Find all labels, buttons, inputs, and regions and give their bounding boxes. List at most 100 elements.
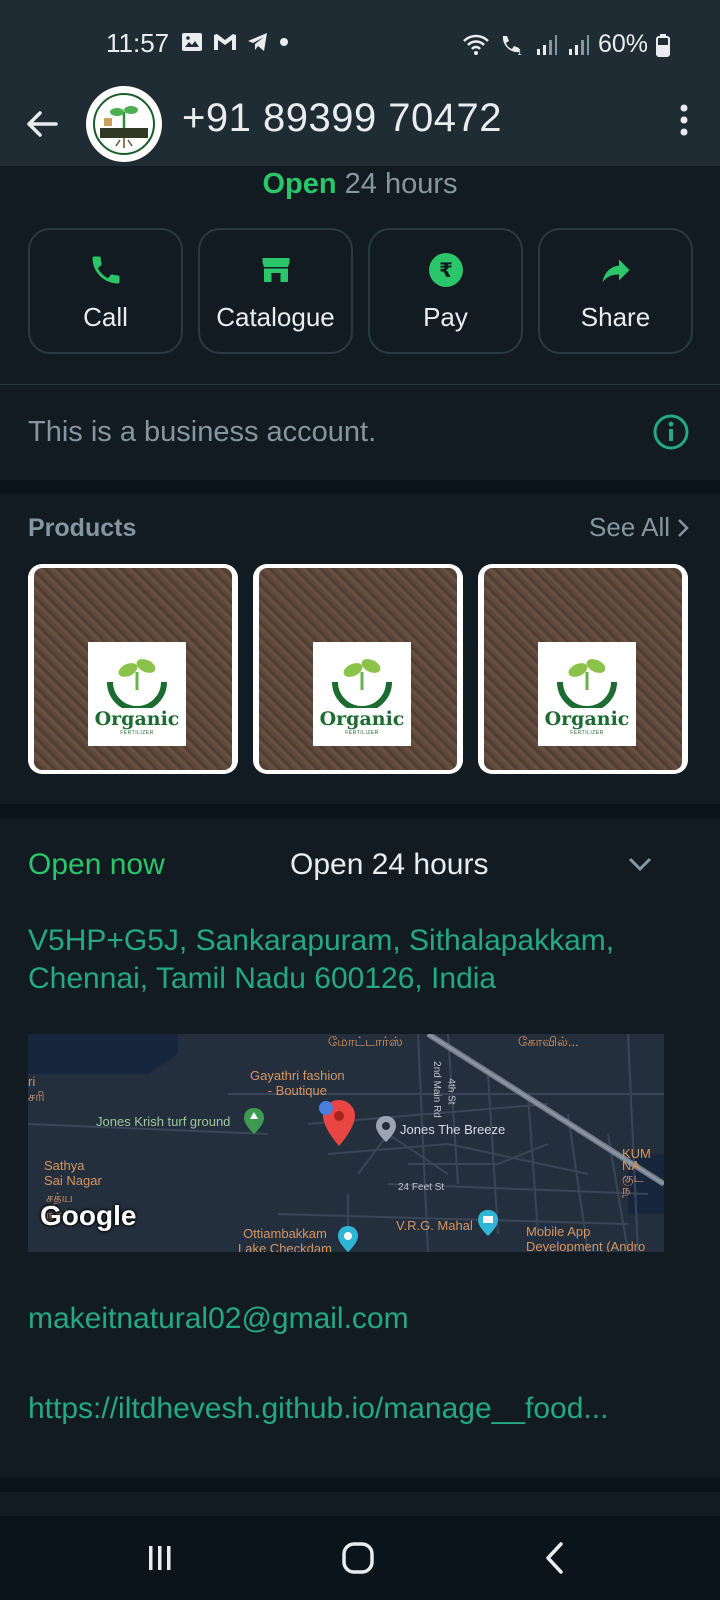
gmail-icon xyxy=(214,34,236,50)
map-label-jones-krish: Jones Krish turf ground xyxy=(96,1114,231,1129)
business-account-row[interactable]: This is a business account. xyxy=(0,388,720,480)
hours-value: 24 hours xyxy=(344,168,458,200)
recent-apps-icon[interactable] xyxy=(140,1538,180,1578)
system-nav-bar xyxy=(0,1516,720,1600)
product-brand: Organic xyxy=(544,708,630,730)
product-label: Organic FERTILIZER xyxy=(313,642,411,746)
action-buttons: Call Catalogue ₹ Pay Share xyxy=(28,228,693,354)
telegram-icon xyxy=(248,33,267,51)
open-now-status: Open now xyxy=(28,848,165,881)
business-hours: Open 24 hours xyxy=(290,848,489,881)
product-sub: FERTILIZER xyxy=(570,730,604,736)
share-icon xyxy=(602,259,629,282)
svg-text:₹: ₹ xyxy=(439,258,453,282)
location-map[interactable]: Gayathri fashion - Boutique Jones Krish … xyxy=(28,1034,664,1252)
share-button[interactable]: Share xyxy=(538,228,693,354)
chevron-right-icon xyxy=(678,518,689,537)
call-button[interactable]: Call xyxy=(28,228,183,354)
product-label: Organic FERTILIZER xyxy=(538,642,636,746)
business-website[interactable]: https://iltdhevesh.github.io/manage__foo… xyxy=(28,1392,668,1426)
leaf-logo-icon xyxy=(332,659,392,708)
map-label-2nd-main: 2nd Main Rd xyxy=(430,1061,442,1118)
product-sub: FERTILIZER xyxy=(120,730,154,736)
map-label-4th-st: 4th St xyxy=(445,1078,457,1105)
hotel-icon xyxy=(478,1210,498,1236)
app-bar: +91 89399 70472 xyxy=(0,86,720,166)
products-title: Products xyxy=(28,514,137,542)
gallery-icon xyxy=(182,33,202,51)
info-icon[interactable] xyxy=(652,413,690,451)
svg-text:1: 1 xyxy=(517,48,522,57)
status-bar: 11:57 1 60% xyxy=(0,0,720,86)
catalogue-label: Catalogue xyxy=(216,302,335,332)
product-card[interactable]: Organic FERTILIZER xyxy=(478,564,688,774)
wifi-icon xyxy=(463,34,489,55)
hours-open-label: Open xyxy=(262,168,337,200)
map-label-jones-breeze: Jones The Breeze xyxy=(400,1122,506,1137)
back-nav-icon[interactable] xyxy=(536,1538,576,1578)
next-section xyxy=(0,1492,720,1516)
blue-pin-icon xyxy=(319,1101,333,1115)
profile-scroll-area[interactable]: Open 24 hours Call Catalogue ₹ Pay Share xyxy=(0,166,720,1516)
hours-summary: Open 24 hours xyxy=(0,168,720,201)
divider xyxy=(0,384,720,385)
battery-icon xyxy=(656,33,670,57)
pay-label: Pay xyxy=(423,302,468,332)
products-section: Products See All Organic FERTILIZER Orga… xyxy=(0,494,720,804)
catalogue-button[interactable]: Catalogue xyxy=(198,228,353,354)
product-card[interactable]: Organic FERTILIZER xyxy=(253,564,463,774)
leaf-logo-icon xyxy=(557,659,617,708)
product-image: Organic FERTILIZER xyxy=(34,568,232,770)
map-label-kum: KUM NA குட ந xyxy=(622,1146,651,1197)
place-pin-icon xyxy=(376,1116,396,1142)
rupee-icon: ₹ xyxy=(428,253,463,287)
pay-button[interactable]: ₹ Pay xyxy=(368,228,523,354)
home-icon[interactable] xyxy=(338,1538,378,1578)
avatar[interactable] xyxy=(86,86,162,162)
business-logo-icon xyxy=(93,93,155,155)
more-options-icon[interactable] xyxy=(674,100,694,140)
map-label-kovil: கோவில்... xyxy=(518,1034,579,1049)
map-label-ottiam: Ottiambakkam Lake Checkdam xyxy=(238,1226,332,1252)
product-brand: Organic xyxy=(94,708,180,730)
map-label-sathya: Sathya Sai Nagar xyxy=(44,1158,102,1188)
park-icon xyxy=(244,1108,264,1134)
leaf-logo-icon xyxy=(107,659,167,708)
status-system-icons: 1 60% xyxy=(462,30,670,59)
product-brand: Organic xyxy=(319,708,405,730)
dot-icon xyxy=(280,38,288,46)
map-label-motors: மோட்டார்ஸ் xyxy=(328,1034,403,1049)
map-label-ri: ri சரி xyxy=(28,1074,45,1104)
map-label-gayathri: Gayathri fashion - Boutique xyxy=(250,1068,345,1098)
product-image: Organic FERTILIZER xyxy=(484,568,682,770)
map-label-24-feet: 24 Feet St xyxy=(398,1182,445,1193)
chevron-down-icon[interactable] xyxy=(626,854,654,874)
business-details-section: Open now Open 24 hours V5HP+G5J, Sankara… xyxy=(0,818,720,1478)
see-all-link[interactable]: See All xyxy=(589,512,690,543)
business-email[interactable]: makeitnatural02@gmail.com xyxy=(28,1302,409,1336)
status-time: 11:57 xyxy=(106,28,170,58)
call-label: Call xyxy=(83,302,128,332)
actions-section: Open 24 hours Call Catalogue ₹ Pay Share xyxy=(0,166,720,480)
phone-icon xyxy=(92,256,119,284)
product-list: Organic FERTILIZER Organic FERTILIZER Or… xyxy=(28,564,688,774)
business-address[interactable]: V5HP+G5J, Sankarapuram, Sithalapakkam, C… xyxy=(28,922,688,998)
product-image: Organic FERTILIZER xyxy=(259,568,457,770)
signal-icon xyxy=(536,34,557,55)
product-sub: FERTILIZER xyxy=(345,730,379,736)
status-notification-icons xyxy=(180,30,290,54)
battery-percent: 60% xyxy=(597,30,648,58)
back-arrow-icon[interactable] xyxy=(22,104,62,144)
map-label-mobile: Mobile App Development (Andro xyxy=(526,1224,646,1252)
share-label: Share xyxy=(580,302,651,332)
google-attribution: Google xyxy=(40,1200,137,1231)
business-account-text: This is a business account. xyxy=(28,416,377,448)
camera-place-icon xyxy=(338,1226,358,1252)
map-label-vrg: V.R.G. Mahal xyxy=(396,1218,473,1233)
contact-phone-title: +91 89399 70472 xyxy=(182,96,503,140)
see-all-label: See All xyxy=(589,512,670,542)
product-label: Organic FERTILIZER xyxy=(88,642,186,746)
wifi-call-icon: 1 xyxy=(502,35,522,57)
signal-icon xyxy=(568,34,589,55)
product-card[interactable]: Organic FERTILIZER xyxy=(28,564,238,774)
